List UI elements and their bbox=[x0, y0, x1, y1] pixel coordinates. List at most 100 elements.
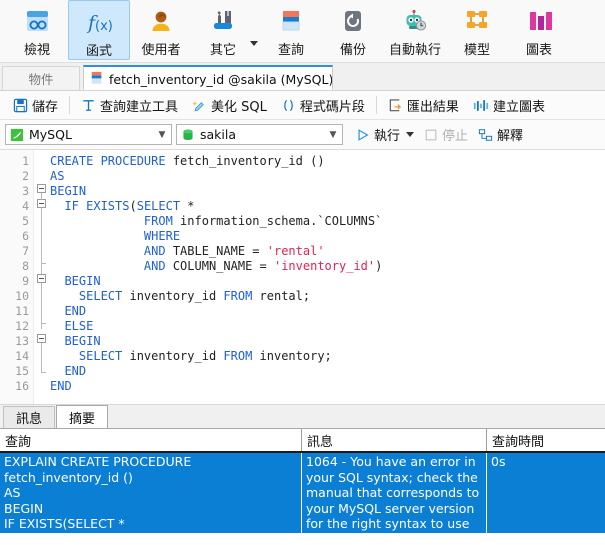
line-number-14: 14 bbox=[0, 349, 33, 364]
svg-text:(x): (x) bbox=[95, 19, 113, 34]
line-number-3: 3 bbox=[0, 184, 33, 199]
ribbon-item-chart[interactable]: 圖表 bbox=[508, 0, 570, 60]
connection-bar: MySQL ▼ sakila ▼ 執行 bbox=[0, 120, 605, 150]
code-token: * bbox=[187, 199, 194, 213]
stop-button-label: 停止 bbox=[442, 125, 468, 144]
ribbon-item-query[interactable]: 查詢 bbox=[260, 0, 322, 60]
ribbon-label-query: 查詢 bbox=[278, 39, 304, 58]
code-line-11: END bbox=[50, 304, 605, 319]
ribbon-item-others[interactable]: 其它 bbox=[192, 0, 254, 60]
code-token: 'rental' bbox=[267, 244, 325, 258]
cell-message[interactable]: 1064 - You have an error in your SQL syn… bbox=[302, 453, 487, 533]
line-number-1: 1 bbox=[0, 154, 33, 169]
line-number-9: 9 bbox=[0, 274, 33, 289]
column-header-query[interactable]: 查詢 bbox=[0, 429, 302, 451]
query-doc-icon bbox=[90, 71, 104, 85]
cell-time[interactable]: 0s bbox=[487, 453, 605, 533]
explain-button[interactable]: 解釋 bbox=[473, 124, 528, 146]
fold-marker-line9[interactable] bbox=[37, 274, 46, 283]
ribbon-overflow-caret-icon[interactable] bbox=[250, 41, 258, 46]
cell-query[interactable]: EXPLAIN CREATE PROCEDURE fetch_inventory… bbox=[0, 453, 302, 533]
editor-fold-gutter[interactable] bbox=[34, 150, 50, 404]
beautify-sql-label: 美化 SQL bbox=[211, 96, 267, 115]
code-token: ) bbox=[375, 259, 382, 273]
column-header-time[interactable]: 查詢時間 bbox=[487, 429, 605, 451]
model-icon bbox=[460, 5, 494, 37]
code-token: BEGIN bbox=[50, 334, 101, 348]
ribbon-item-user[interactable]: 使用者 bbox=[130, 0, 192, 60]
database-select[interactable]: sakila ▼ bbox=[176, 124, 343, 145]
fold-marker-line3[interactable] bbox=[37, 184, 46, 193]
code-token: ( bbox=[129, 199, 136, 213]
ribbon-item-backup[interactable]: 備份 bbox=[322, 0, 384, 60]
database-select-value: sakila bbox=[195, 127, 326, 142]
code-line-4: IF EXISTS(SELECT * bbox=[50, 199, 605, 214]
code-line-10: SELECT inventory_id FROM rental; bbox=[50, 289, 605, 304]
connection-select[interactable]: MySQL ▼ bbox=[5, 124, 172, 145]
code-token: BEGIN bbox=[50, 274, 101, 288]
line-number-4: 4 bbox=[0, 199, 33, 214]
document-tab-bar: 物件 fetch_inventory_id @sakila (MySQL) - … bbox=[0, 63, 605, 91]
code-token: IF EXISTS bbox=[50, 199, 129, 213]
navicat-query-editor-window: 檢視 f (x) 函式 使用者 bbox=[0, 0, 605, 545]
result-grid[interactable]: 查詢 訊息 查詢時間 EXPLAIN CREATE PROCEDURE fetc… bbox=[0, 429, 605, 533]
save-button[interactable]: 儲存 bbox=[6, 93, 65, 117]
stop-button[interactable]: 停止 bbox=[419, 124, 473, 146]
code-line-9: BEGIN bbox=[50, 274, 605, 289]
table-row[interactable]: EXPLAIN CREATE PROCEDURE fetch_inventory… bbox=[0, 453, 605, 533]
ribbon-item-model[interactable]: 模型 bbox=[446, 0, 508, 60]
query-builder-button[interactable]: 查詢建立工具 bbox=[74, 93, 185, 117]
code-token: inventory_id bbox=[129, 289, 223, 303]
result-grid-header: 查詢 訊息 查詢時間 bbox=[0, 429, 605, 453]
code-token: TABLE_NAME = bbox=[173, 244, 267, 258]
code-token: SELECT bbox=[50, 289, 129, 303]
line-number-16: 16 bbox=[0, 379, 33, 394]
query-builder-icon bbox=[81, 98, 96, 113]
run-dropdown-caret-icon[interactable] bbox=[406, 132, 414, 137]
beautify-sql-button[interactable]: 美化 SQL bbox=[185, 93, 274, 117]
ribbon-item-view[interactable]: 檢視 bbox=[6, 0, 68, 60]
code-token: FROM bbox=[50, 214, 180, 228]
sql-editor[interactable]: 12345678910111213141516 CREATE PROCEDURE… bbox=[0, 150, 605, 405]
tab-query-document[interactable]: fetch_inventory_id @sakila (MySQL) - 查..… bbox=[83, 65, 333, 90]
fold-tick-line8 bbox=[41, 263, 46, 264]
others-icon bbox=[206, 5, 240, 37]
editor-code-area[interactable]: CREATE PROCEDURE fetch_inventory_id ()AS… bbox=[50, 150, 605, 404]
code-token: inventory_id bbox=[129, 349, 223, 363]
mysql-connection-icon bbox=[10, 128, 24, 142]
fold-marker-line13[interactable] bbox=[37, 334, 46, 343]
run-icon bbox=[356, 128, 370, 142]
user-icon bbox=[144, 5, 178, 37]
tab-messages[interactable]: 訊息 bbox=[3, 406, 55, 428]
column-header-message[interactable]: 訊息 bbox=[302, 429, 487, 451]
fold-line-a bbox=[41, 193, 42, 200]
code-token: CREATE PROCEDURE bbox=[50, 154, 173, 168]
tab-summary[interactable]: 摘要 bbox=[56, 405, 108, 428]
create-chart-icon bbox=[473, 98, 489, 113]
ribbon-item-function[interactable]: f (x) 函式 bbox=[68, 0, 130, 60]
code-token: AS bbox=[50, 169, 64, 183]
editor-line-number-gutter: 12345678910111213141516 bbox=[0, 150, 34, 404]
code-token: FROM bbox=[223, 289, 259, 303]
ribbon-label-automation: 自動執行 bbox=[389, 39, 441, 58]
code-line-3: BEGIN bbox=[50, 184, 605, 199]
ribbon-label-others: 其它 bbox=[210, 39, 236, 58]
code-token: information_schema.`COLUMNS` bbox=[180, 214, 382, 228]
fold-marker-line4[interactable] bbox=[37, 199, 46, 208]
code-token: FROM bbox=[223, 349, 259, 363]
create-chart-button[interactable]: 建立圖表 bbox=[466, 93, 552, 117]
code-line-14: SELECT inventory_id FROM inventory; bbox=[50, 349, 605, 364]
export-result-icon bbox=[388, 98, 403, 113]
explain-icon bbox=[478, 128, 493, 142]
run-button[interactable]: 執行 bbox=[351, 124, 419, 146]
tab-objects[interactable]: 物件 bbox=[2, 66, 80, 90]
fold-line-b bbox=[41, 208, 42, 284]
code-snippet-button[interactable]: 程式碼片段 bbox=[274, 93, 372, 117]
export-result-button[interactable]: 匯出結果 bbox=[381, 93, 466, 117]
line-number-7: 7 bbox=[0, 244, 33, 259]
ribbon-item-automation[interactable]: 自動執行 bbox=[384, 0, 446, 60]
tab-messages-label: 訊息 bbox=[16, 408, 42, 427]
code-line-6: WHERE bbox=[50, 229, 605, 244]
code-line-16: END bbox=[50, 379, 605, 394]
code-snippet-icon bbox=[281, 98, 296, 113]
